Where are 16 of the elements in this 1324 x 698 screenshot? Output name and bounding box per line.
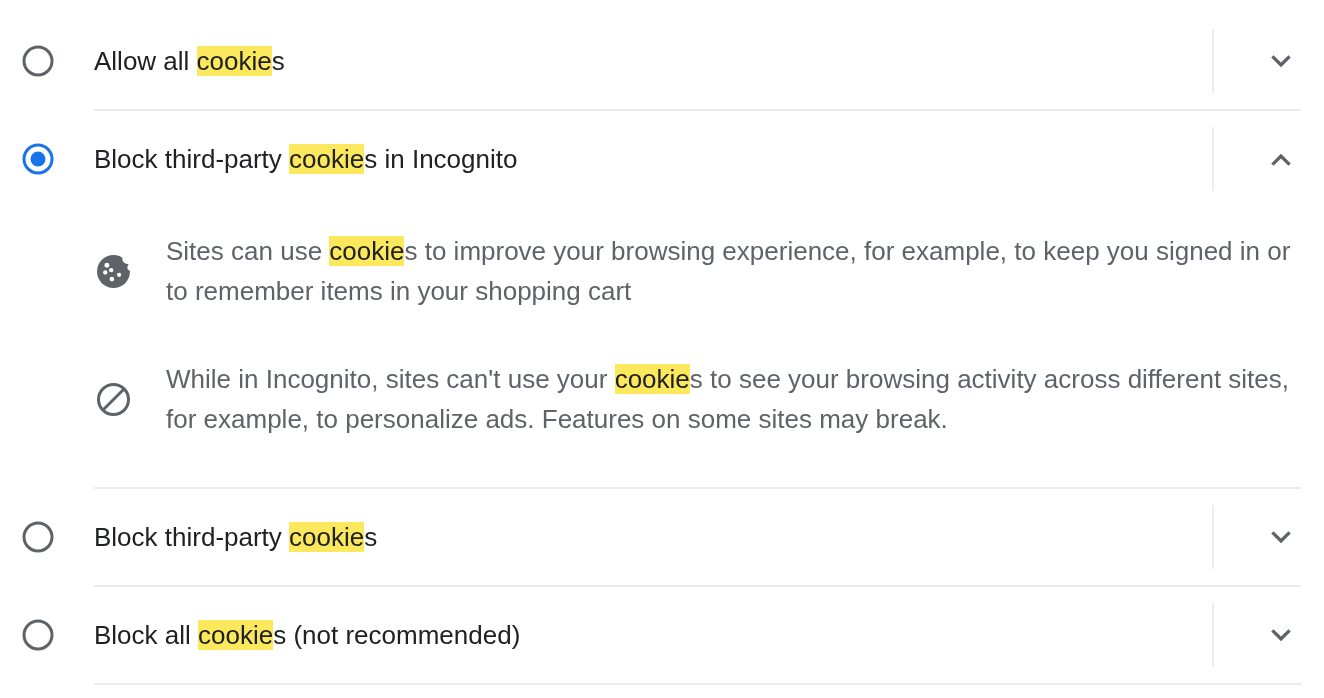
radio-button[interactable] (22, 521, 54, 553)
description-text: Sites can use cookies to improve your browsing experience, for example, to keep you signed in or to remember items in your shopping cart (166, 235, 1292, 308)
chevron-down-icon (1271, 54, 1291, 68)
chevron-up-icon (1271, 152, 1291, 166)
chevron-down-icon (1271, 530, 1291, 544)
radio-button[interactable] (22, 143, 54, 175)
option-label: Allow all cookies (94, 45, 286, 77)
description-text: While in Incognito, sites can't use your cookies to see your browsing activity across different sites, for example, to personalize ads. Features on some sites may break. (166, 363, 1290, 436)
cookie-icon (97, 254, 130, 288)
radio-button[interactable] (22, 619, 54, 651)
option-label: Block all cookies (not recommended) (94, 619, 522, 651)
option-label: Block third-party cookies (94, 521, 379, 553)
radio-button[interactable] (22, 45, 54, 77)
chevron-down-icon (1271, 628, 1291, 642)
prohibited-icon (97, 382, 130, 416)
option-label: Block third-party cookies in Incognito (94, 143, 519, 175)
